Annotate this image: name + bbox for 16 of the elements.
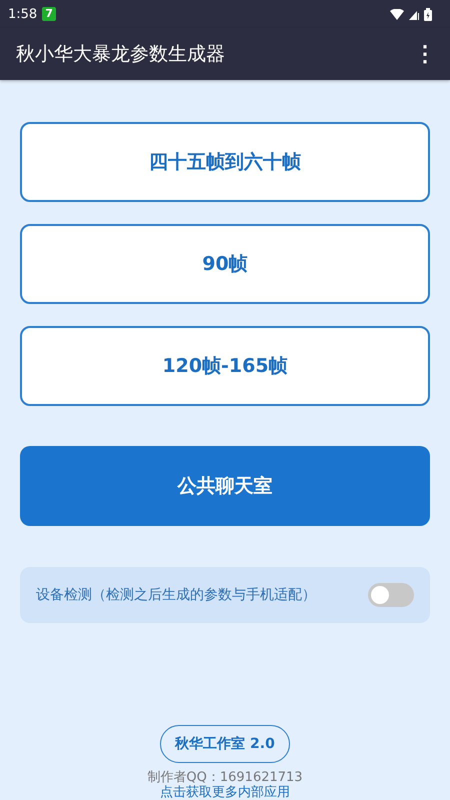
setting-label: 设备检测（检测之后生成的参数与手机适配）: [36, 586, 316, 604]
action-button[interactable]: 120帧-165帧: [20, 326, 430, 406]
wifi-icon: [390, 8, 404, 20]
notification-badge: 7: [42, 7, 56, 21]
status-time: 1:58: [8, 6, 38, 22]
author-text: 制作者QQ：1691621713: [147, 771, 303, 785]
action-button[interactable]: 四十五帧到六十帧: [20, 122, 430, 202]
battery-icon: [424, 8, 432, 20]
more-apps-link[interactable]: 点击获取更多内部应用: [160, 785, 290, 800]
menu-button[interactable]: ⋮: [408, 41, 442, 67]
action-button[interactable]: 90帧: [20, 224, 430, 304]
app-title: 秋小华大暴龙参数生成器: [16, 42, 225, 67]
toggle-switch[interactable]: [368, 583, 414, 607]
studio-button[interactable]: 秋华工作室 2.0: [160, 725, 290, 763]
signal-icon: [409, 8, 419, 20]
action-button[interactable]: 公共聊天室: [20, 446, 430, 526]
